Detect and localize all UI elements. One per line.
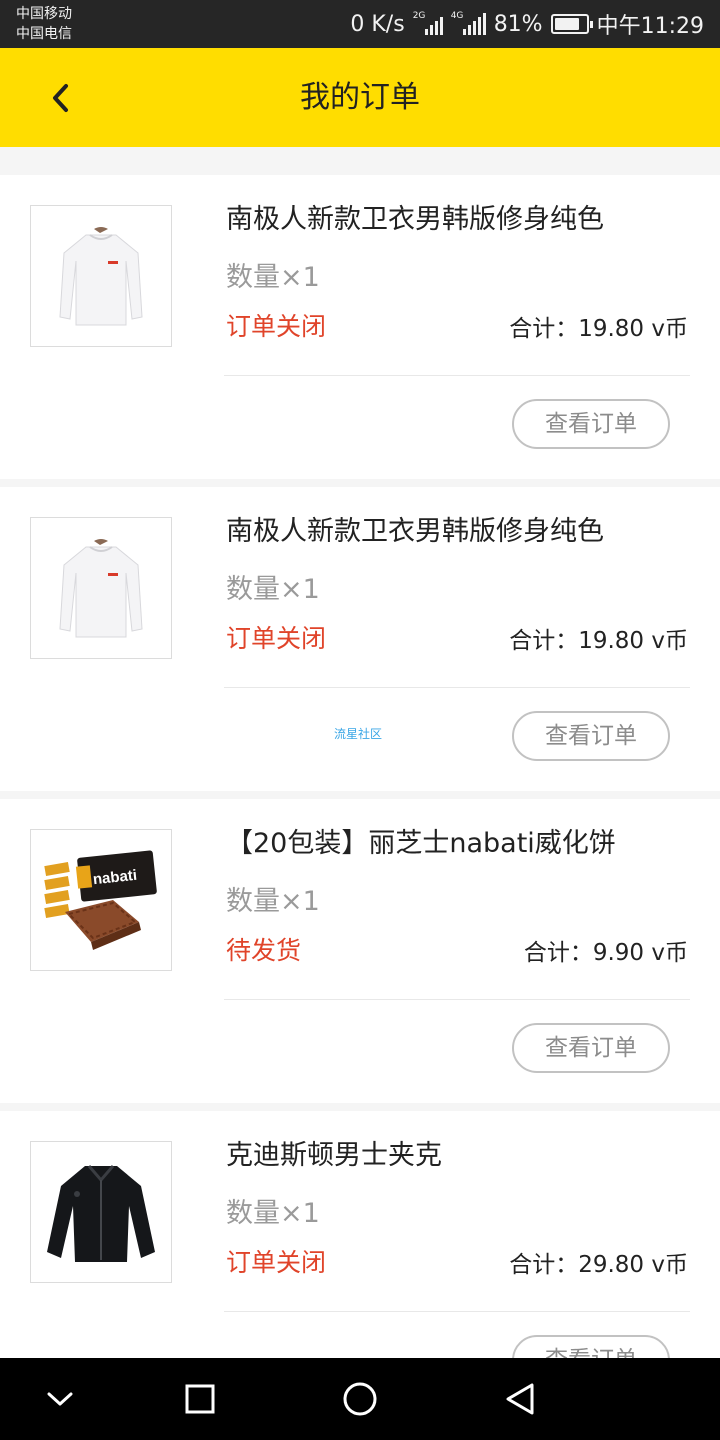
status-bar: 中国移动 中国电信 0 K/s 2G 4G 81% 中午11:29 bbox=[0, 0, 720, 48]
carrier-2: 中国电信 bbox=[16, 26, 72, 42]
circle-icon bbox=[343, 1382, 377, 1416]
order-status: 订单关闭 bbox=[226, 1248, 327, 1277]
product-title[interactable]: 南极人新款卫衣男韩版修身纯色 bbox=[226, 509, 604, 548]
product-image[interactable] bbox=[30, 1141, 172, 1283]
order-status: 订单关闭 bbox=[226, 624, 327, 653]
order-card: 南极人新款卫衣男韩版修身纯色 数量×1 订单关闭 合计：19.80 v币 查看订… bbox=[0, 175, 720, 479]
home-button[interactable] bbox=[335, 1374, 385, 1424]
chevron-down-icon bbox=[47, 1392, 73, 1406]
order-list[interactable]: 南极人新款卫衣男韩版修身纯色 数量×1 订单关闭 合计：19.80 v币 查看订… bbox=[0, 147, 720, 1358]
triangle-back-icon bbox=[506, 1383, 534, 1415]
battery-fill bbox=[554, 18, 579, 30]
product-image[interactable] bbox=[30, 205, 172, 347]
status-indicators: 0 K/s 2G 4G 81% 中午11:29 bbox=[350, 0, 704, 48]
divider bbox=[224, 1311, 690, 1312]
quantity-label: 数量×1 bbox=[226, 574, 320, 605]
order-total: 合计：29.80 v币 bbox=[509, 1252, 688, 1278]
carrier-info: 中国移动 中国电信 bbox=[16, 4, 72, 44]
order-card: 南极人新款卫衣男韩版修身纯色 数量×1 订单关闭 合计：19.80 v币 流星社… bbox=[0, 487, 720, 791]
square-icon bbox=[185, 1384, 215, 1414]
view-order-button[interactable]: 查看订单 bbox=[512, 1023, 670, 1073]
carrier-1: 中国移动 bbox=[16, 6, 72, 22]
clock: 中午11:29 bbox=[596, 14, 704, 39]
order-total: 合计：19.80 v币 bbox=[509, 316, 688, 342]
back-button[interactable] bbox=[40, 78, 80, 118]
view-order-button[interactable]: 查看订单 bbox=[512, 1335, 670, 1358]
view-order-button[interactable]: 查看订单 bbox=[512, 399, 670, 449]
product-title[interactable]: 南极人新款卫衣男韩版修身纯色 bbox=[226, 197, 604, 236]
watermark-text: 流星社区 bbox=[334, 727, 383, 741]
sim1-tag: 2G bbox=[412, 11, 426, 21]
divider bbox=[224, 375, 690, 376]
product-title[interactable]: 【20包装】丽芝士nabati威化饼 bbox=[226, 821, 616, 860]
signal-icon: 4G bbox=[450, 11, 486, 35]
order-status: 待发货 bbox=[226, 936, 302, 965]
jacket-image bbox=[47, 1165, 155, 1262]
recents-button[interactable] bbox=[175, 1374, 225, 1424]
sweatshirt-image bbox=[59, 227, 143, 326]
net-speed: 0 K/s bbox=[350, 11, 405, 37]
quantity-label: 数量×1 bbox=[226, 886, 320, 917]
product-image[interactable]: nabati bbox=[30, 829, 172, 971]
signal-icon: 2G bbox=[412, 11, 443, 35]
order-card: 克迪斯顿男士夹克 数量×1 订单关闭 合计：29.80 v币 查看订单 bbox=[0, 1111, 720, 1358]
order-card: nabati 【20包装】丽芝士nabati威化饼 数量×1 待发货 合计：9.… bbox=[0, 799, 720, 1103]
quantity-label: 数量×1 bbox=[226, 262, 320, 293]
sweatshirt-image bbox=[59, 539, 143, 638]
divider bbox=[224, 999, 690, 1000]
product-title[interactable]: 克迪斯顿男士夹克 bbox=[226, 1133, 442, 1172]
product-image[interactable] bbox=[30, 517, 172, 659]
order-status: 订单关闭 bbox=[226, 312, 327, 341]
app-header: 我的订单 bbox=[0, 48, 720, 147]
quantity-label: 数量×1 bbox=[226, 1198, 320, 1229]
wafer-pack-image: nabati bbox=[44, 850, 157, 950]
divider bbox=[224, 687, 690, 688]
view-order-button[interactable]: 查看订单 bbox=[512, 711, 670, 761]
page-title: 我的订单 bbox=[300, 80, 420, 115]
order-total: 合计：9.90 v币 bbox=[523, 940, 688, 966]
battery-percent: 81% bbox=[493, 11, 543, 37]
order-total: 合计：19.80 v币 bbox=[509, 628, 688, 654]
sim2-tag: 4G bbox=[450, 11, 464, 21]
battery-icon bbox=[550, 14, 593, 34]
chevron-left-icon bbox=[53, 84, 68, 112]
back-nav-button[interactable] bbox=[495, 1374, 545, 1424]
hide-nav-button[interactable] bbox=[35, 1374, 85, 1424]
system-nav-bar bbox=[0, 1358, 720, 1440]
